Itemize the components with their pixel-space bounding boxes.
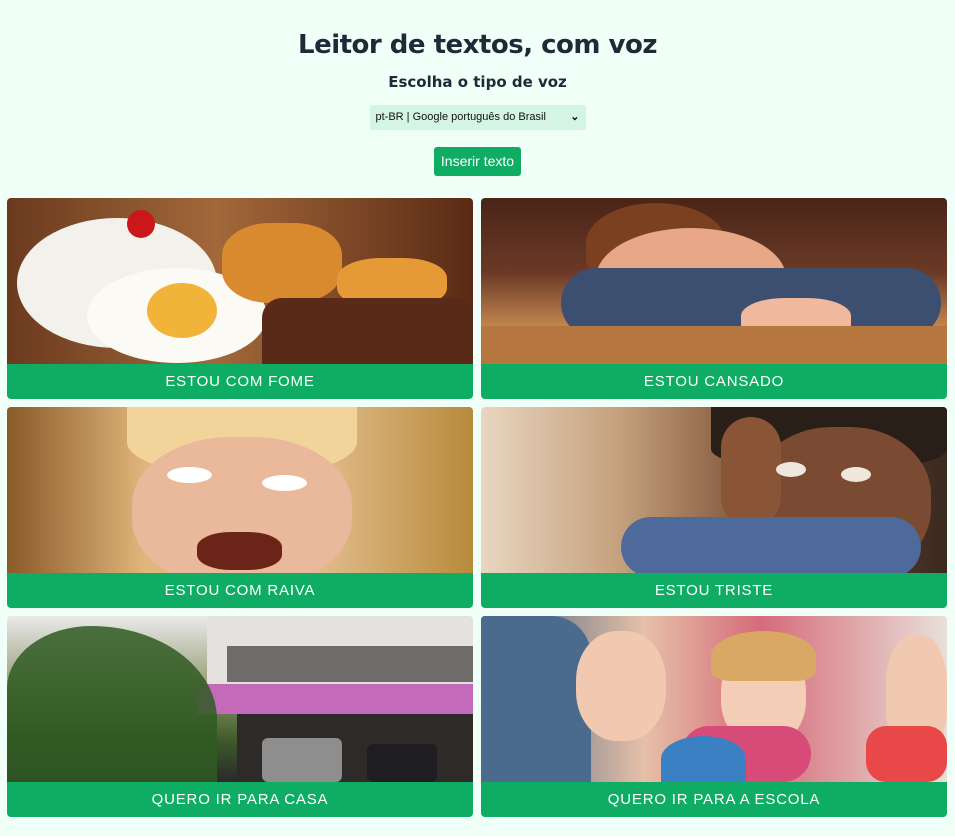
card-label: ESTOU TRISTE: [481, 573, 947, 608]
angry-boy-photo: [7, 407, 473, 573]
card-estou-com-raiva[interactable]: ESTOU COM RAIVA: [7, 407, 473, 608]
insert-text-button[interactable]: Inserir texto: [433, 147, 522, 176]
card-estou-cansado[interactable]: ESTOU CANSADO: [481, 198, 947, 399]
card-label: QUERO IR PARA CASA: [7, 782, 473, 817]
voice-select-value: pt-BR | Google português do Brasil: [375, 111, 546, 123]
tired-boy-photo: [481, 198, 947, 364]
page-title: Leitor de textos, com voz: [298, 30, 657, 60]
card-estou-com-fome[interactable]: ESTOU COM FOME: [7, 198, 473, 399]
voice-subtitle: Escolha o tipo de voz: [388, 73, 567, 91]
card-estou-triste[interactable]: ESTOU TRISTE: [481, 407, 947, 608]
sad-boy-photo: [481, 407, 947, 573]
chevron-down-icon: ⌄: [570, 111, 580, 123]
card-label: ESTOU COM FOME: [7, 364, 473, 399]
voice-select[interactable]: pt-BR | Google português do Brasil ⌄: [369, 105, 586, 130]
card-label: ESTOU CANSADO: [481, 364, 947, 399]
card-label: QUERO IR PARA A ESCOLA: [481, 782, 947, 817]
school-children-photo: [481, 616, 947, 782]
header: Leitor de textos, com voz Escolha o tipo…: [0, 0, 955, 176]
card-quero-ir-para-casa[interactable]: QUERO IR PARA CASA: [7, 616, 473, 817]
phrase-grid: ESTOU COM FOME ESTOU CANSADO ESTOU COM R…: [7, 198, 947, 817]
food-plate-photo: [7, 198, 473, 364]
card-quero-ir-para-a-escola[interactable]: QUERO IR PARA A ESCOLA: [481, 616, 947, 817]
house-photo: [7, 616, 473, 782]
card-label: ESTOU COM RAIVA: [7, 573, 473, 608]
